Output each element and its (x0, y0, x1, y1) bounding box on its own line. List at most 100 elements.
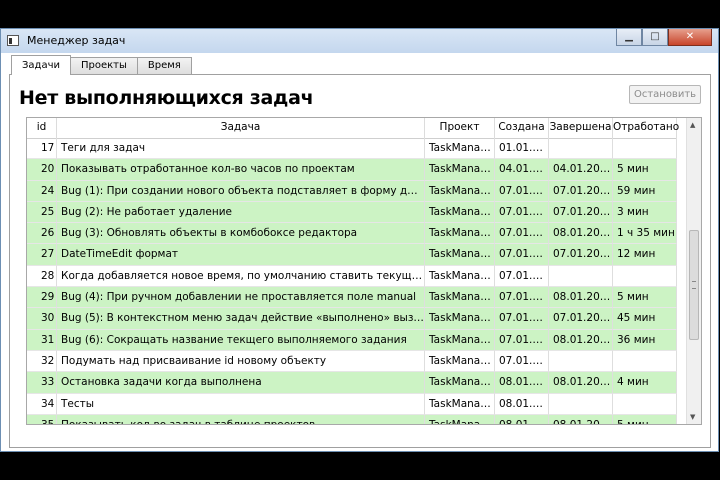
cell-task: DateTimeEdit формат (57, 244, 425, 266)
cell-created: 01.01.2018 (495, 138, 549, 160)
cell-finished (549, 393, 613, 415)
table-row[interactable]: 17Теги для задачTaskManager01.01.2018 (27, 138, 677, 160)
tab-time[interactable]: Время (136, 57, 192, 74)
scroll-down-arrow-icon[interactable]: ▼ (690, 413, 695, 421)
cell-finished: 08.01.2018 (549, 414, 613, 424)
cell-project: TaskManager (425, 138, 495, 160)
window-title: Менеджер задач (27, 34, 126, 47)
tab-projects[interactable]: Проекты (70, 57, 138, 74)
scroll-up-arrow-icon[interactable]: ▲ (690, 121, 695, 129)
cell-project: TaskManager (425, 159, 495, 181)
cell-project: TaskManager (425, 244, 495, 266)
cell-project: TaskManager (425, 287, 495, 309)
cell-project: TaskManager (425, 180, 495, 202)
cell-id: 31 (27, 329, 57, 351)
cell-id: 27 (27, 244, 57, 266)
cell-id: 29 (27, 287, 57, 309)
tasks-table: id Задача Проект Создана Завершена Отраб… (26, 117, 702, 425)
table-row[interactable]: 33 Остановка задачи когда выполнена TaskMa… (27, 372, 677, 394)
cell-project: TaskManager (425, 329, 495, 351)
cell-created: 07.01.2018 (495, 223, 549, 245)
table-row[interactable]: 25 Bug (2): Не работает удаление TaskManag… (27, 201, 677, 224)
table-body: 17Теги для задачTaskManager01.01.201820П… (27, 138, 677, 424)
cell-created: 07.01.2018 (495, 180, 549, 202)
cell-finished: 08.01.2018 (549, 287, 613, 309)
tab-tasks[interactable]: Задачи (11, 55, 71, 75)
table-row[interactable]: 31 Bug (6): Сокращать название текщего вы… (27, 329, 677, 351)
cell-id: 24 (27, 180, 57, 202)
cell-project: TaskManager (425, 350, 495, 373)
cell-created: 07.01.2018 (495, 350, 549, 373)
table-row[interactable]: 24 Bug (1): При создании нового объекта п… (27, 180, 677, 202)
tab-strip: Задачи Проекты Время (11, 55, 192, 75)
app-window: Менеджер задач ▁ □ ✕ Задачи Проекты Врем… (0, 28, 719, 452)
cell-id: 20 (27, 159, 57, 181)
table-row[interactable]: 26 Bug (3): Обновлять объекты в комбобокс… (27, 223, 677, 245)
cell-finished (549, 138, 613, 160)
table-row[interactable]: 32 Подумать над присваивание id новому об… (27, 350, 677, 373)
stop-button[interactable]: Остановить (629, 85, 701, 104)
cell-worked (613, 393, 677, 415)
table-row[interactable]: 30 Bug (5): В контекстном меню задач дейс… (27, 308, 677, 330)
cell-finished: 08.01.2018 (549, 223, 613, 245)
cell-id: 25 (27, 201, 57, 224)
column-header-worked[interactable]: Отработано (613, 118, 679, 138)
cell-project: TaskManager (425, 223, 495, 245)
table-row[interactable]: 35 Показывать кол-во задач в таблице прое… (27, 414, 677, 424)
cell-worked: 5 мин (613, 414, 677, 424)
tasks-panel: Нет выполняющихся задач Остановить id За… (9, 74, 711, 448)
table-row[interactable]: 34ТестыTaskManager08.01.2018 (27, 393, 677, 415)
cell-created: 07.01.2018 (495, 244, 549, 266)
scroll-thumb[interactable] (689, 230, 699, 340)
cell-worked: 12 мин (613, 244, 677, 266)
table-row[interactable]: 29 Bug (4): При ручном добавлении не прос… (27, 287, 677, 309)
title-bar[interactable]: Менеджер задач ▁ □ ✕ (1, 29, 718, 53)
cell-created: 07.01.2018 (495, 287, 549, 309)
cell-project: TaskManager (425, 265, 495, 288)
cell-finished: 07.01.2018 (549, 244, 613, 266)
cell-created: 08.01.2018 (495, 393, 549, 415)
vertical-scrollbar[interactable]: ▲ ▼ (686, 118, 701, 424)
cell-task: Подумать над присваивание id новому объе… (57, 350, 425, 373)
cell-task: Когда добавляется новое время, по умолча… (57, 265, 425, 288)
cell-task: Bug (2): Не работает удаление (57, 201, 425, 224)
cell-worked: 4 мин (613, 372, 677, 394)
cell-project: TaskManager (425, 393, 495, 415)
cell-finished: 07.01.2018 (549, 308, 613, 330)
maximize-button[interactable]: □ (642, 29, 668, 46)
cell-created: 07.01.2018 (495, 329, 549, 351)
cell-id: 32 (27, 350, 57, 373)
table-row[interactable]: 28 Когда добавляется новое время, по умол… (27, 265, 677, 288)
table-header: id Задача Проект Создана Завершена Отраб… (27, 118, 679, 139)
cell-finished: 08.01.2018 (549, 372, 613, 394)
cell-id: 17 (27, 138, 57, 160)
cell-id: 26 (27, 223, 57, 245)
cell-task: Bug (1): При создании нового объекта под… (57, 180, 425, 202)
cell-project: TaskManager (425, 372, 495, 394)
cell-id: 30 (27, 308, 57, 330)
table-row[interactable]: 20 Показывать отработанное кол-во часов п… (27, 159, 677, 181)
close-button[interactable]: ✕ (668, 29, 712, 46)
cell-worked: 59 мин (613, 180, 677, 202)
cell-task: Bug (5): В контекстном меню задач действ… (57, 308, 425, 330)
cell-worked: 3 мин (613, 201, 677, 224)
cell-task: Теги для задач (57, 138, 425, 160)
column-header-finished[interactable]: Завершена (549, 118, 613, 138)
minimize-button[interactable]: ▁ (616, 29, 642, 46)
cell-task: Показывать отработанное кол-во часов по … (57, 159, 425, 181)
cell-worked (613, 265, 677, 288)
column-header-created[interactable]: Создана (495, 118, 549, 138)
cell-id: 33 (27, 372, 57, 394)
cell-finished: 04.01.2018 (549, 159, 613, 181)
column-header-id[interactable]: id (27, 118, 57, 138)
cell-task: Показывать кол-во задач в таблице проект… (57, 414, 425, 424)
cell-worked: 45 мин (613, 308, 677, 330)
cell-task: Остановка задачи когда выполнена (57, 372, 425, 394)
column-header-task[interactable]: Задача (57, 118, 425, 138)
cell-project: TaskManager (425, 201, 495, 224)
cell-finished: 07.01.2018 (549, 180, 613, 202)
app-icon (7, 35, 19, 46)
cell-created: 08.01.2018 (495, 372, 549, 394)
table-row[interactable]: 27 DateTimeEdit формат TaskManager 07.01.20… (27, 244, 677, 266)
column-header-project[interactable]: Проект (425, 118, 495, 138)
